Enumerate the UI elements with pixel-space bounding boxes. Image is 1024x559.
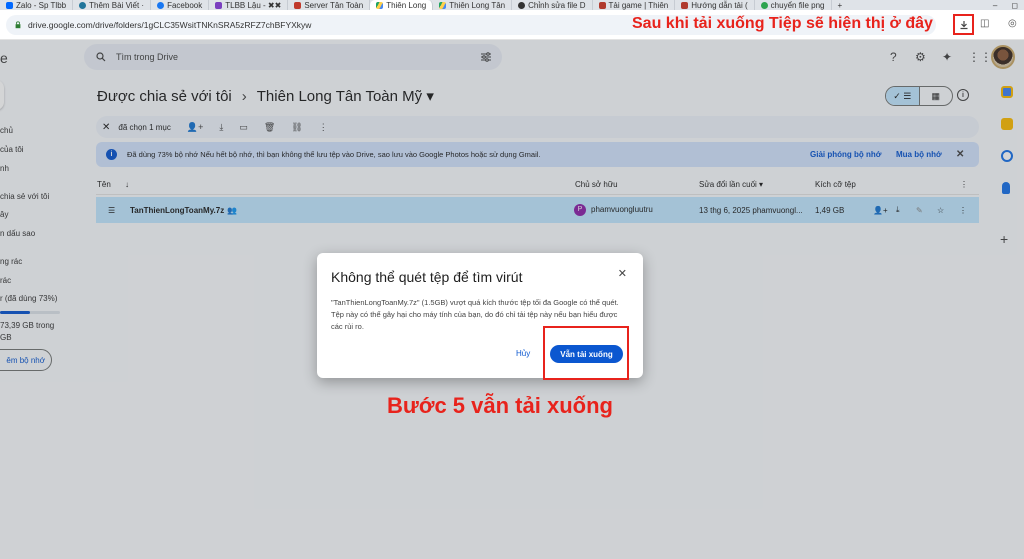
window-controls: – ◻ [993,0,1018,10]
site-icon [760,1,768,9]
site-icon [598,1,606,9]
dialog-title: Không thể quét tệp để tìm virút [331,269,523,285]
site-info-icon [15,21,21,29]
minimize-button[interactable]: – [993,1,997,10]
tab-label: Hướng dẫn tải ( [691,0,748,10]
tab-label: TLBB Lậu - ✖✖ [225,0,282,10]
annotation-download-location: Sau khi tải xuống Tiệp sẽ hiện thị ở đây [632,15,933,32]
site-icon [215,1,223,9]
tab-label: Facebook [167,0,203,10]
cancel-button[interactable]: Hủy [516,349,530,358]
tab-wordpress[interactable]: Thêm Bài Viết · [73,0,152,10]
url-text: drive.google.com/drive/folders/1gCLC35Ws… [28,20,312,30]
browser-tab-strip: Zalo - Sp Tlbb Thêm Bài Viết · Facebook … [0,0,1024,10]
plus-icon: + [837,0,843,10]
site-icon [294,1,302,9]
tab-label: Chỉnh sửa file D [528,0,586,10]
tab-download-game[interactable]: Tải game | Thiên [593,0,676,10]
new-tab-button[interactable]: + [832,0,849,10]
drive-icon [376,1,384,9]
tab-label: Tải game | Thiên [608,0,669,10]
tab-guide[interactable]: Hướng dẫn tải ( [675,0,755,10]
drive-icon [439,1,447,9]
tab-drive[interactable]: Thiên Long Tân [433,0,513,10]
tab-drive-active[interactable]: Thiên Long [370,0,434,10]
site-icon [518,1,526,9]
tab-label: Thêm Bài Viết · [89,0,145,10]
tab-edit-file[interactable]: Chỉnh sửa file D [512,0,593,10]
tab-convert[interactable]: chuyển file png [755,0,832,10]
restore-button[interactable]: ◻ [1011,1,1018,10]
tab-label: Thiên Long Tân [449,0,506,10]
wordpress-icon [79,1,87,9]
annotation-step: Bước 5 vẫn tải xuống [387,393,613,418]
tab-label: Thiên Long [386,0,427,10]
tab-tlbb[interactable]: TLBB Lậu - ✖✖ [209,0,289,10]
download-icon [960,20,967,29]
zalo-icon [6,1,13,9]
close-icon[interactable]: ✕ [618,267,627,280]
tab-label: chuyển file png [770,0,825,10]
downloads-button[interactable] [953,14,974,35]
tab-facebook[interactable]: Facebook [151,0,210,10]
site-icon [681,1,689,9]
highlight-box [543,326,629,380]
facebook-icon [157,1,165,9]
tab-label: Server Tân Toàn [304,0,364,10]
tab-zalo[interactable]: Zalo - Sp Tlbb [0,0,74,10]
profile-icon[interactable]: ◎ [1008,18,1017,29]
tab-label: Zalo - Sp Tlbb [16,0,67,10]
side-panel-icon[interactable]: ◫ [980,18,989,29]
tab-server[interactable]: Server Tân Toàn [288,0,371,10]
